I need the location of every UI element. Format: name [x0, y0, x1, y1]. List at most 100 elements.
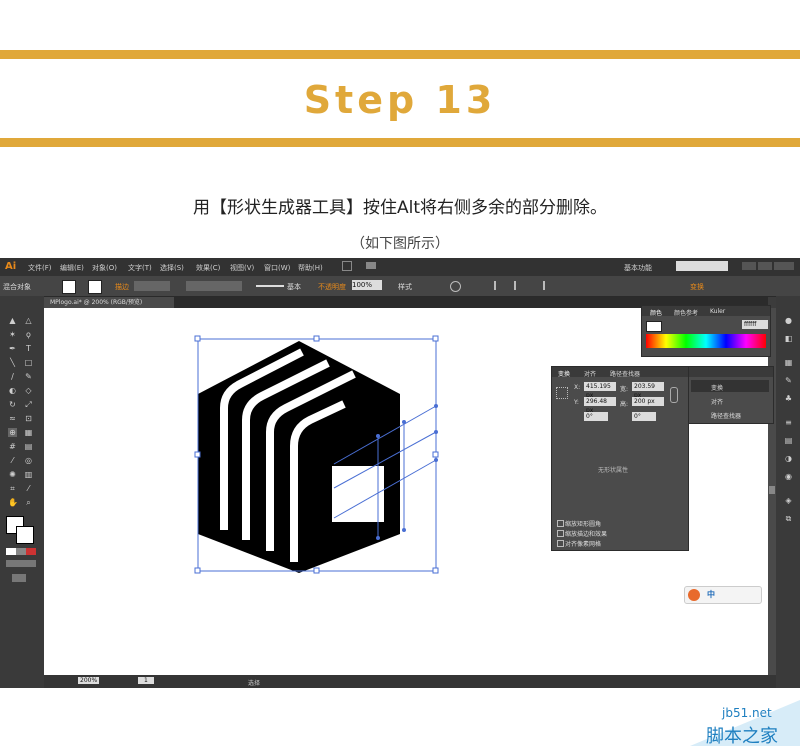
menu-window[interactable]: 窗口(W) — [264, 263, 290, 273]
align-tab[interactable]: 对齐 — [584, 369, 596, 378]
mini-transform-item[interactable] — [691, 380, 769, 392]
gradient-panel-icon[interactable]: ▤ — [784, 436, 793, 445]
rotate-tool-icon[interactable]: ↻ — [8, 400, 17, 409]
color-spectrum[interactable] — [646, 334, 766, 348]
line-tool-icon[interactable]: ╲ — [8, 358, 17, 367]
maximize-button[interactable] — [758, 262, 772, 270]
close-button[interactable] — [774, 262, 794, 270]
slice-tool-icon[interactable]: ⁄ — [24, 484, 33, 493]
column-graph-tool-icon[interactable]: ▥ — [24, 470, 33, 479]
direct-selection-tool-icon[interactable]: △ — [24, 316, 33, 325]
menu-edit[interactable]: 编辑(E) — [60, 263, 84, 273]
shape-builder-tool-icon[interactable]: ⊕ — [8, 428, 17, 437]
x-field[interactable]: 415.195 px — [584, 382, 616, 399]
align-left-icon[interactable] — [494, 281, 505, 290]
stroke-swatch[interactable] — [88, 280, 102, 294]
magic-wand-tool-icon[interactable]: ✶ — [8, 330, 17, 339]
option-checkbox-pixel-grid[interactable] — [557, 540, 564, 547]
blend-tool-icon[interactable]: ◎ — [24, 456, 33, 465]
perspective-grid-tool-icon[interactable]: ▦ — [24, 428, 33, 437]
vertical-scrollbar[interactable] — [768, 308, 776, 675]
brush-stroke-line[interactable] — [256, 285, 284, 287]
color-mode-icons[interactable] — [6, 548, 36, 555]
menu-view[interactable]: 视图(V) — [230, 263, 254, 273]
menu-help[interactable]: 帮助(H) — [298, 263, 323, 273]
blob-brush-tool-icon[interactable]: ◐ — [8, 386, 17, 395]
color-tab[interactable]: 颜色 — [650, 308, 662, 317]
free-transform-tool-icon[interactable]: ⊡ — [24, 414, 33, 423]
opacity-label[interactable]: 不透明度 — [318, 282, 346, 292]
document-tab[interactable]: MPlogo.ai* @ 200% (RGB/预览) — [44, 297, 174, 308]
menu-select[interactable]: 选择(S) — [160, 263, 184, 273]
opacity-field[interactable]: 100% — [352, 280, 382, 290]
zoom-field[interactable]: 200% — [78, 677, 100, 684]
stroke-panel-icon[interactable]: ≡ — [784, 418, 793, 427]
artboards-icon[interactable]: ⧉ — [784, 514, 793, 523]
arrange-documents-icon[interactable] — [366, 262, 376, 269]
rotate-angle-field[interactable]: 0° — [584, 412, 608, 421]
minimize-button[interactable] — [742, 262, 756, 270]
type-tool-icon[interactable]: T — [24, 344, 33, 353]
gradient-tool-icon[interactable]: ▤ — [24, 442, 33, 451]
bridge-icon[interactable] — [342, 261, 352, 271]
eyedropper-tool-icon[interactable]: ⁄ — [8, 456, 17, 465]
mesh-tool-icon[interactable]: # — [8, 442, 17, 451]
fill-swatch[interactable] — [62, 280, 76, 294]
transform-tab[interactable]: 变换 — [558, 369, 570, 378]
layers-icon[interactable]: ◈ — [784, 496, 793, 505]
h-field[interactable]: 200 px — [632, 397, 664, 406]
option-checkbox-scale-strokes[interactable] — [557, 530, 564, 537]
w-field[interactable]: 203.59 px — [632, 382, 664, 399]
drawing-mode-icons[interactable] — [6, 560, 36, 567]
stroke-weight-field[interactable] — [134, 281, 170, 291]
constrain-proportions-icon[interactable] — [670, 387, 678, 403]
color-panel-icon[interactable]: ● — [784, 316, 793, 325]
reference-point-icon[interactable] — [556, 387, 568, 399]
selection-tool-icon[interactable]: ▲ — [8, 316, 17, 325]
stroke-color-box[interactable] — [16, 526, 34, 544]
pathfinder-tab[interactable]: 路径查找器 — [610, 369, 640, 378]
recolor-icon[interactable] — [450, 281, 461, 292]
align-center-icon[interactable] — [514, 281, 525, 290]
menu-type[interactable]: 文字(T) — [128, 263, 152, 273]
stroke-style-label[interactable]: 基本 — [287, 282, 301, 292]
y-field[interactable]: 296.48 px — [584, 397, 616, 414]
variable-width-field[interactable] — [186, 281, 242, 291]
scroll-thumb[interactable] — [769, 486, 775, 494]
menu-object[interactable]: 对象(O) — [92, 263, 117, 273]
lasso-tool-icon[interactable]: ϙ — [24, 330, 33, 339]
hex-field[interactable]: ffffff — [742, 320, 768, 329]
color-fill-stroke-mini[interactable] — [646, 321, 662, 332]
eraser-tool-icon[interactable]: ◇ — [24, 386, 33, 395]
symbols-icon[interactable]: ♣ — [784, 394, 793, 403]
zoom-tool-icon[interactable]: ⌕ — [24, 498, 33, 507]
warp-tool-icon[interactable]: ≈ — [8, 414, 17, 423]
stroke-label[interactable]: 描边 — [115, 282, 129, 292]
pen-tool-icon[interactable]: ✒ — [8, 344, 17, 353]
color-guide-icon[interactable]: ◧ — [784, 334, 793, 343]
menu-file[interactable]: 文件(F) — [28, 263, 52, 273]
workspace-switcher[interactable]: 基本功能 — [624, 263, 652, 273]
style-label[interactable]: 样式 — [398, 282, 412, 292]
scale-tool-icon[interactable]: ⤢ — [24, 400, 33, 409]
appearance-icon[interactable]: ◉ — [784, 472, 793, 481]
brushes-icon[interactable]: ✎ — [784, 376, 793, 385]
ime-toolbar[interactable]: 中 — [684, 586, 762, 604]
hand-tool-icon[interactable]: ✋ — [8, 498, 18, 507]
search-field[interactable] — [676, 261, 728, 271]
artboard-tool-icon[interactable]: ⌗ — [8, 484, 17, 493]
rectangle-tool-icon[interactable]: □ — [24, 358, 33, 367]
page-field[interactable]: 1 — [138, 677, 154, 684]
shear-angle-field[interactable]: 0° — [632, 412, 656, 421]
pencil-tool-icon[interactable]: ✎ — [24, 372, 33, 381]
align-right-icon[interactable] — [534, 281, 545, 290]
swatches-icon[interactable]: ▦ — [784, 358, 793, 367]
menu-effect[interactable]: 效果(C) — [196, 263, 220, 273]
screen-mode-icon[interactable] — [12, 574, 26, 582]
color-guide-tab[interactable]: 颜色参考 — [674, 308, 698, 317]
paintbrush-tool-icon[interactable]: ∕ — [8, 372, 17, 381]
transparency-icon[interactable]: ◑ — [784, 454, 793, 463]
transform-link[interactable]: 变换 — [690, 282, 704, 292]
option-checkbox-scale-corners[interactable] — [557, 520, 564, 527]
kuler-tab[interactable]: Kuler — [710, 308, 725, 315]
